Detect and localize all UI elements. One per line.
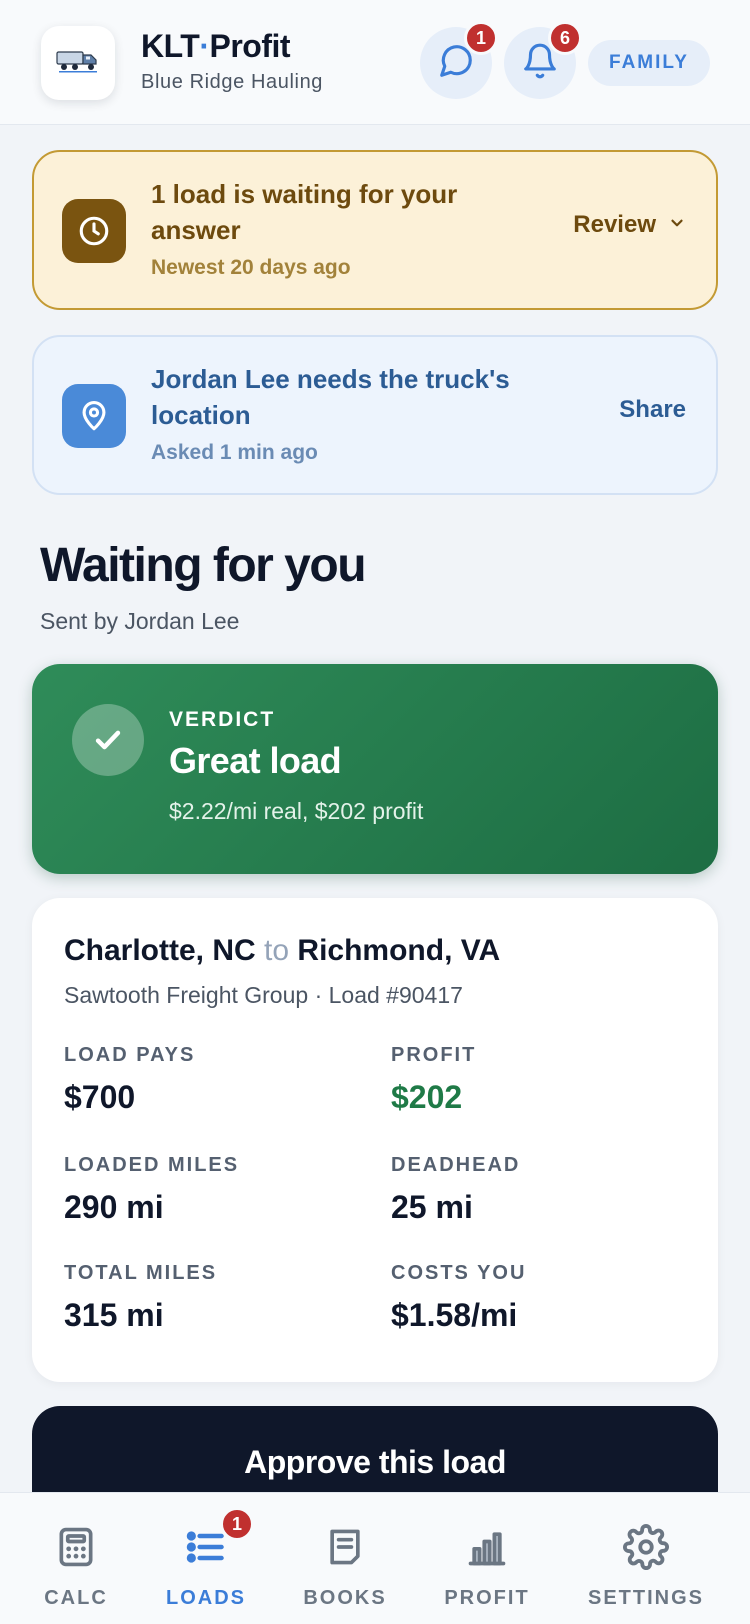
nav-item-settings[interactable]: SETTINGS (571, 1521, 721, 1610)
company-name: Blue Ridge Hauling (141, 71, 324, 93)
gear-icon (620, 1521, 672, 1573)
alert-subtitle: Newest 20 days ago (151, 256, 351, 279)
nav-label: BOOKS (303, 1587, 387, 1609)
alert-text: Jordan Lee needs the truck's location As… (151, 361, 551, 465)
verdict-text: VERDICT Great load $2.22/mi real, $202 p… (169, 708, 423, 825)
location-pin-icon (62, 384, 126, 448)
verdict-detail: $2.22/mi real, $202 profit (169, 798, 424, 824)
brand-block: KLT·Profit Blue Ridge Hauling (141, 28, 323, 94)
verdict-label: VERDICT (169, 708, 276, 731)
route-connector: to (264, 934, 290, 967)
stat-total-miles: TOTAL MILES 315 mi (64, 1262, 364, 1334)
clock-icon (62, 199, 126, 263)
stat-value: $700 (64, 1079, 136, 1115)
stat-value: 290 mi (64, 1189, 164, 1225)
truck-icon (55, 48, 101, 79)
bottom-nav: CALC 1 LOADS BOOKS PROFIT SETTINGS (0, 1492, 750, 1624)
app-title: KLT·Profit (141, 28, 291, 64)
stat-label: PROFIT (391, 1044, 477, 1066)
messages-button[interactable]: 1 (420, 21, 498, 99)
verdict-card: VERDICT Great load $2.22/mi real, $202 p… (32, 664, 718, 874)
notifications-count-badge: 6 (548, 21, 582, 55)
stat-label: LOADED MILES (64, 1154, 240, 1176)
stat-label: COSTS YOU (391, 1262, 527, 1284)
nav-label: LOADS (166, 1587, 246, 1609)
route-destination: Richmond, VA (297, 934, 501, 967)
app-header: KLT·Profit Blue Ridge Hauling 1 6 FAMILY (0, 0, 750, 125)
pending-answer-alert[interactable]: 1 load is waiting for your answer Newest… (32, 150, 718, 310)
chevron-down-icon (668, 211, 686, 239)
notifications-button[interactable]: 6 (504, 21, 582, 99)
route-origin: Charlotte, NC (64, 934, 256, 967)
nav-label: SETTINGS (587, 1587, 704, 1609)
stat-profit: PROFIT $202 (391, 1044, 691, 1116)
nav-label: PROFIT (444, 1587, 530, 1609)
stat-label: TOTAL MILES (64, 1262, 218, 1284)
section-title: Waiting for you (40, 539, 367, 592)
stat-costs-you: COSTS YOU $1.58/mi (391, 1262, 691, 1334)
load-details-card: Charlotte, NC to Richmond, VA Sawtooth F… (32, 898, 718, 1382)
stat-value: 25 mi (391, 1189, 473, 1225)
stat-label: LOAD PAYS (64, 1044, 196, 1066)
loads-count-badge: 1 (220, 1507, 254, 1541)
stat-loaded-miles: LOADED MILES 290 mi (64, 1154, 364, 1226)
verdict-title: Great load (169, 740, 342, 781)
share-location-button[interactable]: Share (619, 396, 686, 424)
messages-count-badge: 1 (464, 21, 498, 55)
nav-item-books[interactable]: BOOKS (270, 1521, 420, 1610)
stat-value: $1.58/mi (391, 1297, 518, 1333)
family-mode-button[interactable]: FAMILY (588, 40, 710, 86)
load-meta: Sawtooth Freight Group · Load #90417 (64, 982, 463, 1008)
nav-item-profit[interactable]: PROFIT (412, 1521, 562, 1610)
calculator-icon (50, 1521, 102, 1573)
nav-item-loads[interactable]: 1 LOADS (131, 1507, 281, 1610)
stat-load-pays: LOAD PAYS $700 (64, 1044, 364, 1116)
stat-deadhead: DEADHEAD 25 mi (391, 1154, 691, 1226)
nav-item-calc[interactable]: CALC (1, 1521, 151, 1610)
notebook-icon (319, 1521, 371, 1573)
alert-subtitle: Asked 1 min ago (151, 441, 318, 464)
alert-title: Jordan Lee needs the truck's location (151, 364, 510, 430)
load-route: Charlotte, NC to Richmond, VA (64, 934, 500, 968)
stat-value: $202 (391, 1079, 463, 1115)
stat-label: DEADHEAD (391, 1154, 521, 1176)
review-label: Review (573, 211, 656, 238)
alert-title: 1 load is waiting for your answer (151, 179, 458, 245)
nav-label: CALC (44, 1587, 108, 1609)
location-request-alert[interactable]: Jordan Lee needs the truck's location As… (32, 335, 718, 495)
list-icon: 1 (180, 1507, 254, 1573)
bar-chart-icon (461, 1521, 513, 1573)
section-subtitle: Sent by Jordan Lee (40, 608, 240, 634)
stat-value: 315 mi (64, 1297, 164, 1333)
review-button[interactable]: Review (573, 211, 686, 239)
alert-text: 1 load is waiting for your answer Newest… (151, 176, 551, 280)
check-icon (72, 704, 144, 776)
company-logo[interactable] (41, 26, 115, 100)
